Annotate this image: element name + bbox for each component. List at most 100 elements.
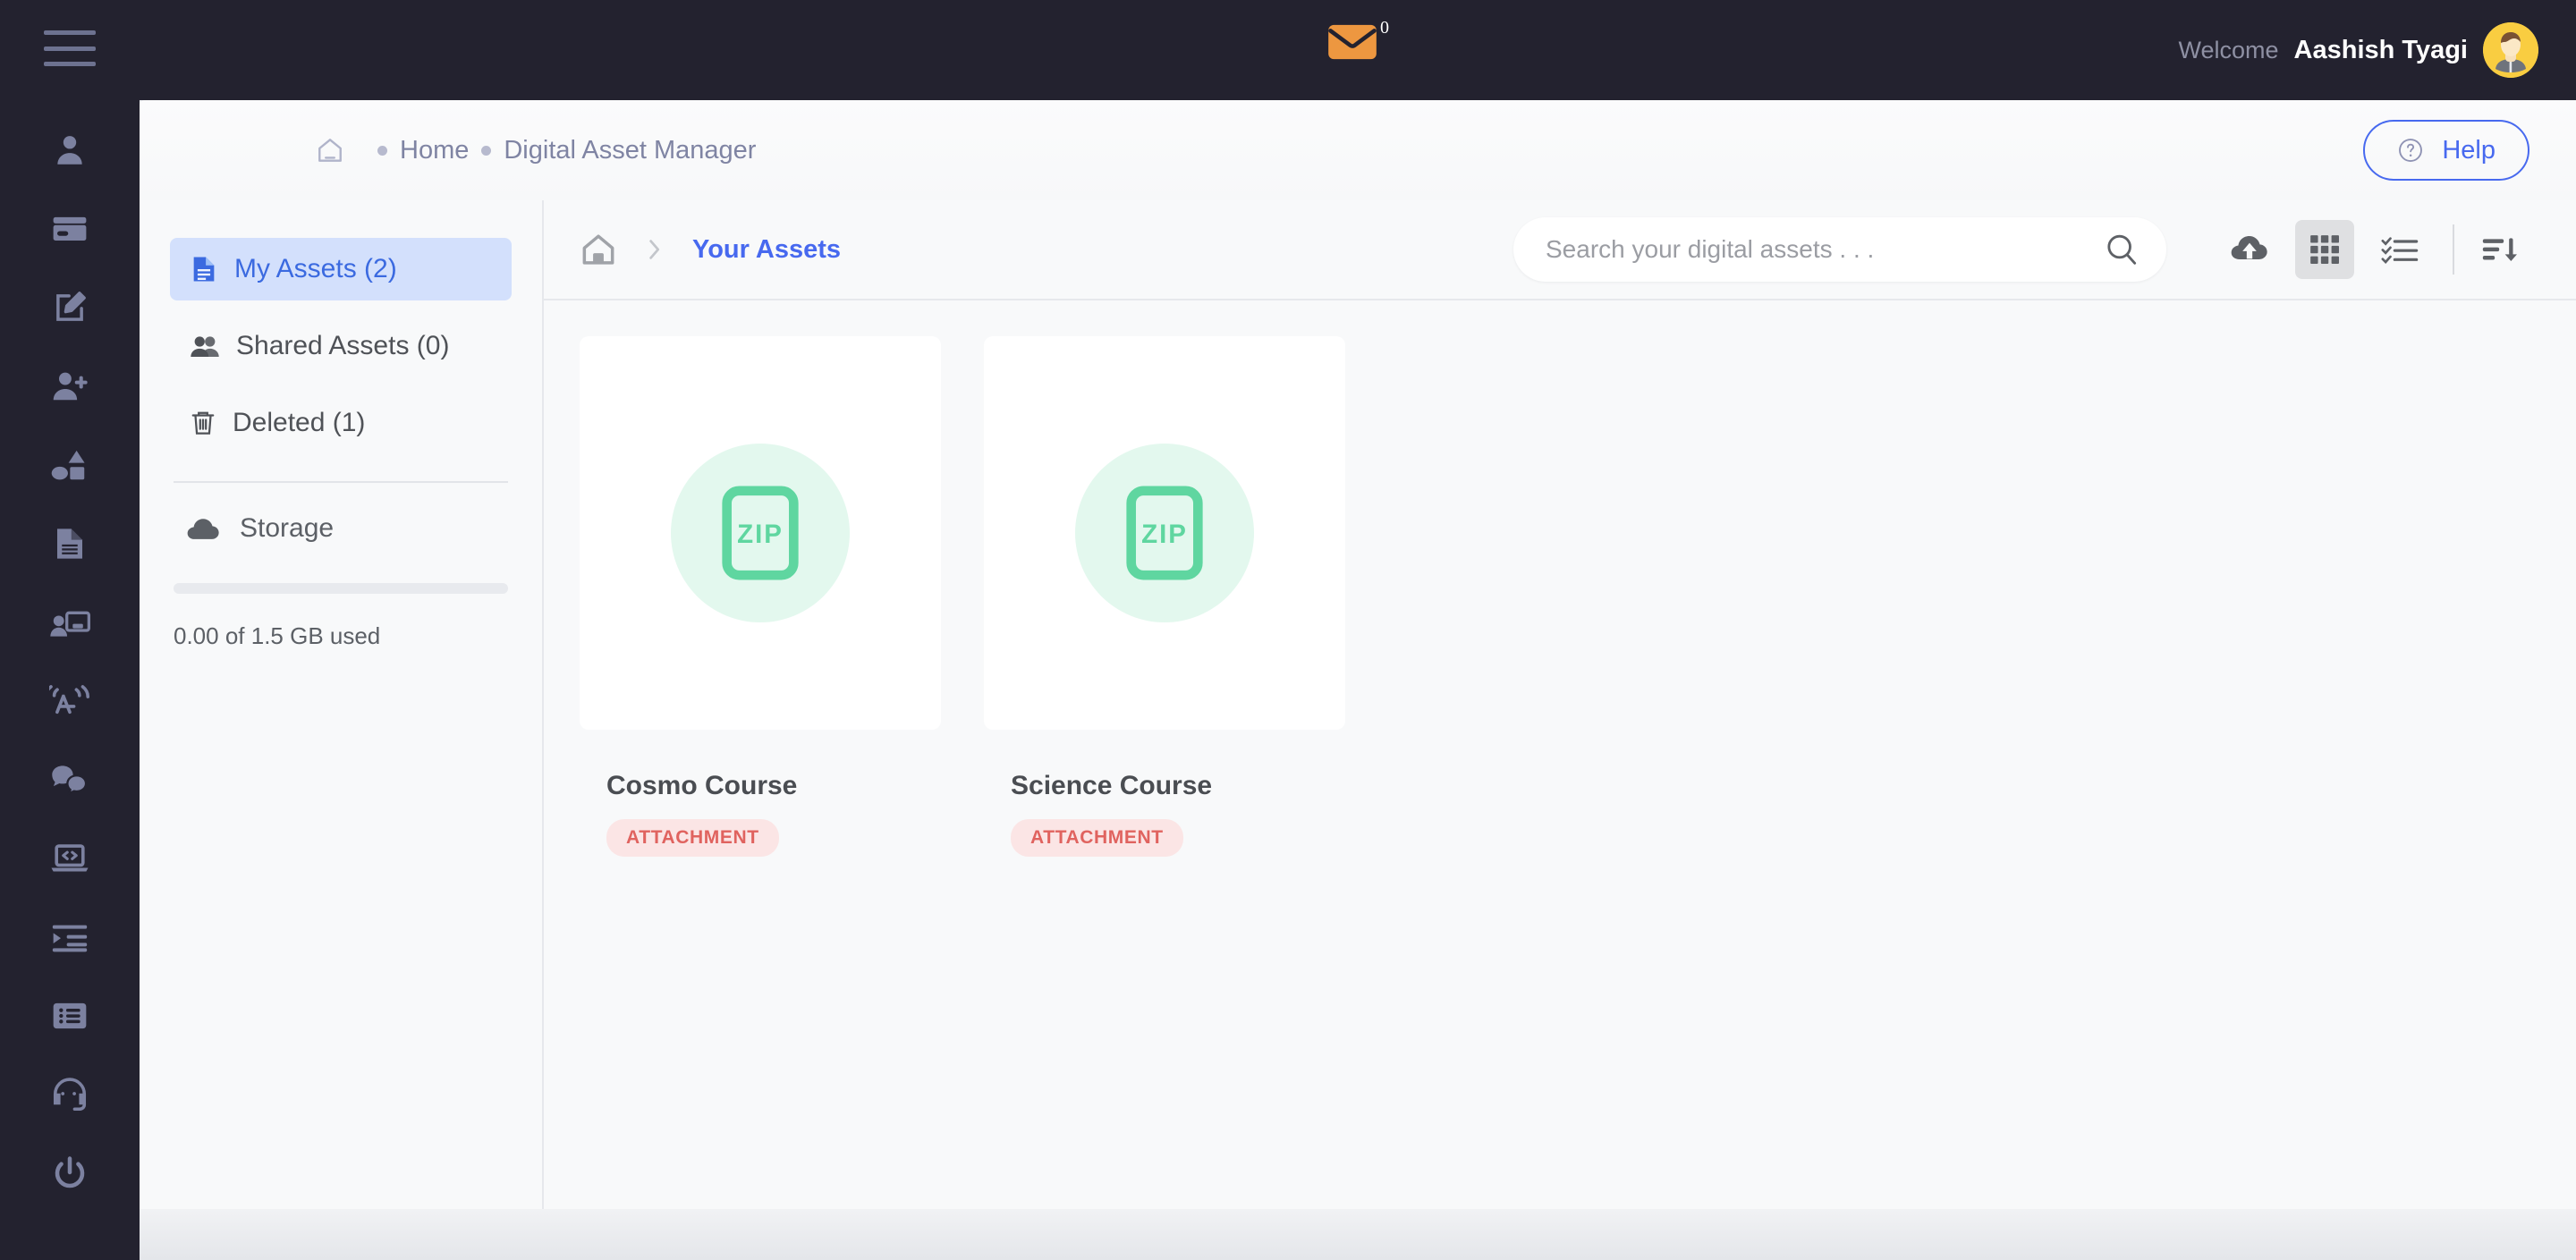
asset-grid: ZIP Cosmo Course ATTACHMENT ZIP Science … (544, 300, 2576, 857)
sidebar-item-chat[interactable] (0, 740, 140, 819)
users-icon (191, 336, 219, 358)
nav-item-deleted[interactable]: Deleted (1) (170, 392, 512, 454)
nav-item-shared-assets[interactable]: Shared Assets (0) (170, 315, 512, 377)
page-container: Home Digital Asset Manager Help My Asset… (140, 100, 2576, 1209)
sidebar-item-documents[interactable] (0, 504, 140, 583)
sidebar-item-webinar[interactable] (0, 583, 140, 662)
zip-icon-circle: ZIP (671, 444, 850, 622)
sidebar-item-broadcast[interactable] (0, 662, 140, 740)
cloud-icon (187, 519, 219, 539)
page-bottom-shade (140, 1209, 2576, 1260)
toolbar-divider (2453, 224, 2454, 275)
home-outline-icon[interactable] (315, 136, 345, 165)
sidebar-item-records[interactable] (0, 977, 140, 1055)
sidebar-item-playlist[interactable] (0, 898, 140, 977)
search-icon[interactable] (2104, 232, 2140, 267)
chat-bubbles-icon (52, 765, 88, 796)
indent-list-icon (52, 925, 88, 952)
zip-file-icon: ZIP (1126, 486, 1203, 580)
assets-toolbar: Your Assets (544, 200, 2576, 300)
search-input[interactable] (1546, 235, 2104, 264)
user-name: Aashish Tyagi (2293, 35, 2468, 64)
storage-label: Storage (240, 513, 335, 543)
headset-icon (53, 1078, 87, 1112)
sidebar-item-support[interactable] (0, 1055, 140, 1134)
shapes-icon (51, 450, 85, 480)
grid-view-button[interactable] (2295, 220, 2354, 279)
svg-text:ZIP: ZIP (737, 520, 784, 549)
assets-nav-panel: My Assets (2) Shared Assets (0) Deleted … (140, 200, 544, 1209)
upload-button[interactable] (2220, 220, 2279, 279)
home-solid-icon[interactable] (580, 232, 617, 267)
nav-item-shared-assets-label: Shared Assets (0) (236, 331, 450, 360)
breadcrumb-bar: Home Digital Asset Manager Help (140, 100, 2576, 200)
svg-text:ZIP: ZIP (1141, 520, 1188, 549)
nav-item-my-assets-label: My Assets (2) (234, 254, 397, 283)
asset-type-badge: ATTACHMENT (606, 819, 779, 857)
storage-header: Storage (170, 513, 512, 544)
page-title: Your Assets (692, 234, 841, 264)
sidebar-item-billing[interactable] (0, 190, 140, 268)
asset-title: Science Course (1011, 771, 1213, 800)
asset-card[interactable]: ZIP Cosmo Course ATTACHMENT (580, 336, 941, 857)
search-box[interactable] (1513, 217, 2166, 282)
user-welcome-area: Welcome Aashish Tyagi (2178, 0, 2538, 100)
sidebar-item-logout[interactable] (0, 1134, 140, 1213)
mail-envelope-icon (1328, 24, 1377, 60)
asset-title: Cosmo Course (606, 771, 798, 800)
question-circle-icon (2399, 139, 2423, 162)
asset-thumbnail: ZIP (984, 336, 1345, 730)
checklist-view-icon (2381, 237, 2419, 264)
sort-button[interactable] (2470, 220, 2529, 279)
zip-icon-circle: ZIP (1075, 444, 1254, 622)
asset-type-badge: ATTACHMENT (1011, 819, 1183, 857)
mail-badge-count: 0 (1380, 18, 1389, 38)
sidebar-item-add-user[interactable] (0, 347, 140, 426)
trash-icon (191, 411, 215, 435)
cloud-upload-icon (2231, 236, 2267, 259)
asset-card[interactable]: ZIP Science Course ATTACHMENT (984, 336, 1345, 857)
avatar[interactable] (2483, 22, 2538, 78)
file-document-icon (193, 257, 215, 282)
chevron-right-icon (644, 236, 665, 263)
edit-square-icon (56, 292, 86, 321)
assets-main-panel: Your Assets Search your digital assets .… (544, 200, 2576, 1209)
storage-used-text: 0.00 of 1.5 GB used (174, 622, 381, 649)
mail-notification-button[interactable]: 0 (1326, 18, 1389, 63)
welcome-label: Welcome (2178, 36, 2279, 63)
sidebar-item-developer[interactable] (0, 819, 140, 898)
top-header-bar: 0 Welcome Aashish Tyagi (140, 0, 2576, 100)
user-icon (57, 136, 82, 165)
power-icon (55, 1156, 85, 1188)
grid-view-icon (2310, 235, 2339, 264)
user-plus-icon (53, 372, 88, 401)
document-icon (57, 529, 82, 559)
asset-thumbnail: ZIP (580, 336, 941, 730)
content-split: My Assets (2) Shared Assets (0) Deleted … (140, 200, 2576, 1209)
help-button-label: Help (2442, 135, 2496, 165)
hamburger-icon[interactable] (44, 30, 96, 66)
sidebar-item-profile[interactable] (0, 111, 140, 190)
left-icon-rail (0, 0, 140, 1260)
sidebar-item-compose[interactable] (0, 268, 140, 347)
help-button[interactable]: Help (2363, 120, 2529, 181)
zip-file-icon: ZIP (722, 486, 799, 580)
storage-progress-bar (174, 583, 508, 594)
credit-card-icon (53, 216, 87, 241)
nav-item-deleted-label: Deleted (1) (233, 408, 366, 437)
sidebar-item-shapes[interactable] (0, 426, 140, 504)
presentation-user-icon (50, 611, 90, 637)
breadcrumb-dot-2 (481, 145, 492, 156)
laptop-code-icon (51, 844, 89, 872)
user-avatar-icon (2483, 22, 2538, 78)
sort-descending-icon (2482, 238, 2517, 261)
breadcrumb-dot-1 (377, 145, 387, 156)
list-view-button[interactable] (2370, 220, 2429, 279)
broadcast-icon (49, 685, 90, 715)
nav-item-my-assets[interactable]: My Assets (2) (170, 238, 512, 300)
breadcrumb-item-current[interactable]: Digital Asset Manager (504, 136, 756, 165)
list-box-icon (53, 1002, 87, 1029)
rail-icon-list (0, 111, 140, 1213)
breadcrumb-item-home[interactable]: Home (400, 136, 469, 165)
panel-divider (174, 481, 508, 483)
